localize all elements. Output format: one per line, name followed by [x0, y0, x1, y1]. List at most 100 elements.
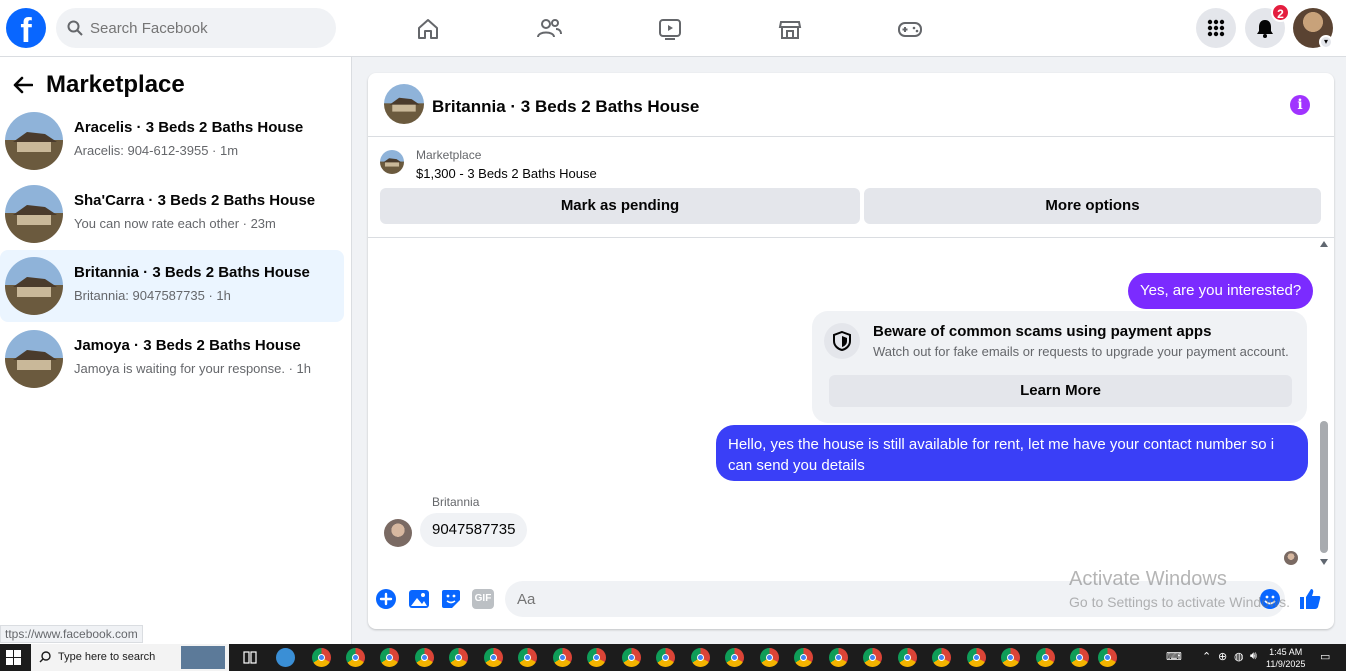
chrome-taskbar-icon[interactable]	[1001, 648, 1020, 667]
conversation-preview: Aracelis: 904-612-3955 · 1m	[74, 143, 239, 158]
chrome-taskbar-icon[interactable]	[1070, 648, 1089, 667]
chrome-center-dot	[800, 654, 807, 661]
conversation-item[interactable]: Aracelis · 3 Beds 2 Baths House Aracelis…	[0, 105, 344, 177]
gif-icon[interactable]: GIF	[471, 587, 495, 611]
message-scrollbar[interactable]	[1318, 241, 1330, 567]
chevron-up-icon[interactable]: ⌃	[1202, 650, 1211, 663]
add-plus-icon[interactable]	[374, 587, 398, 611]
video-icon[interactable]	[653, 12, 687, 46]
outgoing-message: Hello, yes the house is still available …	[716, 425, 1308, 481]
chrome-taskbar-icon[interactable]	[760, 648, 779, 667]
message-composer: GIF	[368, 573, 1334, 629]
scam-warning-card: Beware of common scams using payment app…	[812, 311, 1307, 423]
task-view-icon[interactable]	[243, 651, 257, 664]
chrome-center-dot	[628, 654, 635, 661]
bell-icon	[1257, 20, 1273, 38]
chrome-taskbar-icon[interactable]	[725, 648, 744, 667]
menu-grid-button[interactable]	[1196, 8, 1236, 48]
thumbs-up-icon[interactable]	[1298, 587, 1322, 611]
wifi-icon[interactable]: ◍	[1234, 650, 1244, 663]
network-icon[interactable]: ⊕	[1218, 650, 1227, 663]
sticker-icon[interactable]	[439, 587, 463, 611]
search-input[interactable]	[90, 8, 326, 48]
conversation-item-active[interactable]: Britannia · 3 Beds 2 Baths House Britann…	[0, 250, 344, 322]
taskbar-app-icon[interactable]	[276, 648, 295, 667]
chevron-down-icon[interactable]: ▾	[1319, 35, 1333, 49]
conversation-preview: Britannia: 9047587735 · 1h	[74, 288, 231, 303]
more-options-button[interactable]: More options	[864, 188, 1321, 224]
photo-icon[interactable]	[407, 587, 431, 611]
chrome-center-dot	[455, 654, 462, 661]
friends-icon[interactable]	[532, 12, 566, 46]
chrome-taskbar-icon[interactable]	[863, 648, 882, 667]
scrollbar-thumb[interactable]	[1320, 421, 1328, 553]
chrome-taskbar-icon[interactable]	[829, 648, 848, 667]
search-box[interactable]	[56, 8, 336, 48]
top-navigation-bar: f 2 ▾	[0, 0, 1346, 57]
chat-title[interactable]: Britannia · 3 Beds 2 Baths House	[432, 97, 699, 117]
taskbar-clock[interactable]: 1:45 AM 11/9/2025	[1266, 646, 1305, 670]
scroll-up-arrow-icon[interactable]	[1320, 241, 1328, 247]
search-icon	[67, 20, 83, 36]
keyboard-icon[interactable]: ⌨	[1166, 650, 1182, 663]
chrome-taskbar-icon[interactable]	[967, 648, 986, 667]
status-bar-url: ttps://www.facebook.com	[0, 625, 143, 643]
chrome-center-dot	[1007, 654, 1014, 661]
chrome-center-dot	[352, 654, 359, 661]
chrome-taskbar-icon[interactable]	[656, 648, 675, 667]
chrome-taskbar-icon[interactable]	[587, 648, 606, 667]
chrome-center-dot	[662, 654, 669, 661]
chrome-taskbar-icon[interactable]	[312, 648, 331, 667]
chrome-center-dot	[835, 654, 842, 661]
chrome-taskbar-icon[interactable]	[898, 648, 917, 667]
conversation-item[interactable]: Sha'Carra · 3 Beds 2 Baths House You can…	[0, 178, 344, 250]
chrome-center-dot	[904, 654, 911, 661]
seen-indicator-avatar	[1284, 551, 1298, 565]
chat-panel: Britannia · 3 Beds 2 Baths House i Marke…	[368, 73, 1334, 629]
chrome-center-dot	[386, 654, 393, 661]
chrome-taskbar-icon[interactable]	[794, 648, 813, 667]
home-icon[interactable]	[411, 12, 445, 46]
gaming-icon[interactable]	[893, 12, 927, 46]
chat-listing-thumbnail[interactable]	[384, 84, 424, 124]
chrome-center-dot	[490, 654, 497, 661]
chrome-taskbar-icon[interactable]	[380, 648, 399, 667]
chrome-center-dot	[731, 654, 738, 661]
shield-icon	[824, 323, 860, 359]
chrome-taskbar-icon[interactable]	[932, 648, 951, 667]
windows-start-icon[interactable]	[6, 650, 21, 665]
learn-more-button[interactable]: Learn More	[829, 375, 1292, 407]
info-icon[interactable]: i	[1290, 95, 1310, 115]
chrome-taskbar-icon[interactable]	[1098, 648, 1117, 667]
chrome-taskbar-icon[interactable]	[622, 648, 641, 667]
conversation-name: Britannia · 3 Beds 2 Baths House	[74, 264, 310, 281]
listing-price-title[interactable]: $1,300 - 3 Beds 2 Baths House	[416, 166, 597, 181]
chrome-taskbar-icon[interactable]	[1036, 648, 1055, 667]
chrome-taskbar-icon[interactable]	[346, 648, 365, 667]
listing-thumbnail	[5, 112, 63, 170]
chrome-taskbar-icon[interactable]	[518, 648, 537, 667]
facebook-logo[interactable]: f	[6, 8, 46, 48]
back-arrow-icon[interactable]	[12, 74, 34, 96]
chrome-center-dot	[524, 654, 531, 661]
chrome-taskbar-icon[interactable]	[691, 648, 710, 667]
scroll-down-arrow-icon[interactable]	[1320, 559, 1328, 565]
conversation-item[interactable]: Jamoya · 3 Beds 2 Baths House Jamoya is …	[0, 323, 344, 395]
sender-avatar[interactable]	[384, 519, 412, 547]
notification-badge: 2	[1271, 3, 1290, 22]
mark-as-pending-button[interactable]: Mark as pending	[380, 188, 860, 224]
volume-icon[interactable]: 🔊︎	[1250, 650, 1257, 663]
notification-center-icon[interactable]: ▭	[1320, 650, 1330, 663]
conversation-preview: Jamoya is waiting for your response. · 1…	[74, 361, 311, 376]
chrome-center-dot	[869, 654, 876, 661]
chrome-taskbar-icon[interactable]	[415, 648, 434, 667]
windows-taskbar: Type here to search ⌨ ⌃ ⊕ ◍ 🔊︎ 1:45 AM 1…	[0, 644, 1346, 671]
chrome-taskbar-icon[interactable]	[484, 648, 503, 667]
chrome-taskbar-icon[interactable]	[449, 648, 468, 667]
marketplace-icon[interactable]	[773, 12, 807, 46]
message-input[interactable]	[505, 581, 1285, 617]
emoji-icon[interactable]	[1258, 587, 1282, 611]
search-icon	[39, 651, 51, 663]
chrome-taskbar-icon[interactable]	[553, 648, 572, 667]
taskbar-search[interactable]: Type here to search	[31, 644, 229, 671]
